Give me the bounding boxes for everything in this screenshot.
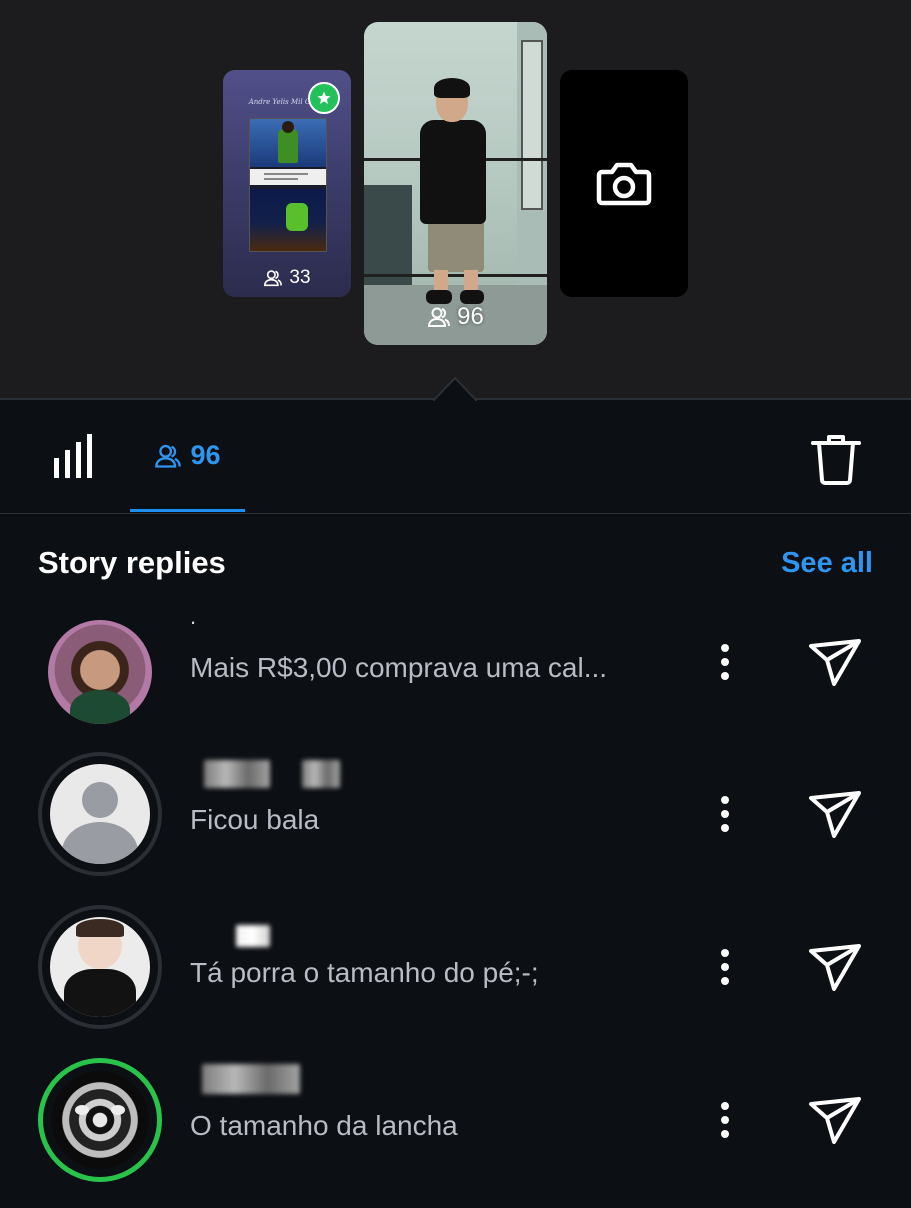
tab-viewers[interactable]: 96 bbox=[130, 402, 245, 512]
redacted-username bbox=[302, 760, 340, 788]
reply-message: Tá porra o tamanho do pé;-; bbox=[190, 957, 539, 988]
camera-icon bbox=[596, 162, 652, 206]
send-reply-icon[interactable] bbox=[806, 790, 864, 840]
story-thumbnail-1[interactable]: Andre Yelis Mil Gosto 33 bbox=[223, 70, 351, 297]
more-options-icon[interactable] bbox=[719, 948, 731, 986]
avatar[interactable] bbox=[38, 610, 162, 734]
insights-tab-icon[interactable] bbox=[52, 434, 96, 480]
viewers-count: 96 bbox=[190, 440, 221, 470]
story-thumbnail-2[interactable]: 96 bbox=[364, 22, 547, 345]
reply-row[interactable]: Tá porra o tamanho do pé;-; bbox=[0, 905, 911, 1055]
star-badge-icon bbox=[308, 82, 340, 114]
reply-message: Ficou bala bbox=[190, 804, 320, 835]
reply-message: O tamanho da lancha bbox=[190, 1110, 458, 1141]
reply-message: Mais R$3,00 comprava uma cal... bbox=[190, 652, 608, 683]
reply-username: . bbox=[190, 604, 197, 629]
more-options-icon[interactable] bbox=[719, 795, 731, 833]
send-reply-icon[interactable] bbox=[806, 943, 864, 993]
story-carousel: Andre Yelis Mil Gosto 33 96 bbox=[0, 0, 911, 401]
avatar-story-ring[interactable] bbox=[38, 1058, 162, 1182]
add-story-button[interactable] bbox=[560, 70, 688, 297]
viewers-icon bbox=[155, 444, 182, 468]
viewer-count: 33 bbox=[223, 267, 351, 289]
see-all-link[interactable]: See all bbox=[781, 547, 873, 580]
more-options-icon[interactable] bbox=[719, 643, 731, 681]
viewers-icon bbox=[428, 307, 451, 327]
redacted-username bbox=[204, 760, 270, 788]
tab-bar: 96 bbox=[0, 402, 911, 514]
story-image bbox=[249, 118, 327, 252]
more-options-icon[interactable] bbox=[719, 1101, 731, 1139]
send-reply-icon[interactable] bbox=[806, 1096, 864, 1146]
avatar[interactable] bbox=[38, 752, 162, 876]
viewer-count: 96 bbox=[364, 303, 547, 331]
redacted-username bbox=[202, 1064, 300, 1094]
send-reply-icon[interactable] bbox=[806, 638, 864, 688]
reply-row[interactable]: Ficou bala bbox=[0, 752, 911, 902]
avatar[interactable] bbox=[38, 905, 162, 1029]
section-title: Story replies bbox=[38, 545, 226, 580]
viewers-icon bbox=[264, 270, 283, 287]
selected-story-pointer bbox=[433, 377, 477, 401]
redacted-username bbox=[236, 925, 270, 947]
delete-trash-icon[interactable] bbox=[808, 430, 864, 486]
reply-row[interactable]: O tamanho da lancha bbox=[0, 1058, 911, 1208]
reply-row[interactable]: . Mais R$3,00 comprava uma cal... bbox=[0, 600, 911, 750]
